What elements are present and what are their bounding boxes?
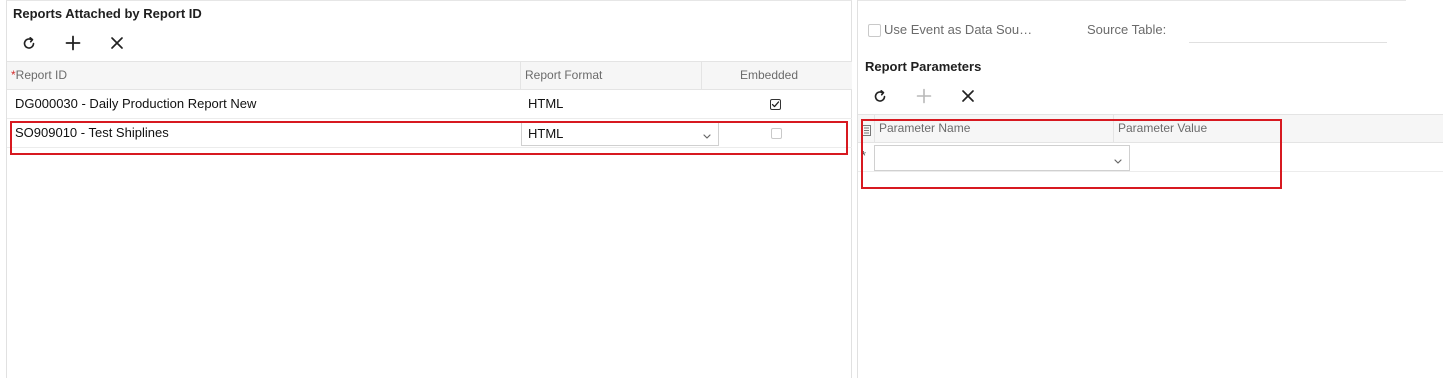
new-row[interactable]: *	[858, 143, 1443, 172]
use-event-checkbox[interactable]	[868, 24, 881, 37]
column-header-parameter-name[interactable]: Parameter Name	[879, 115, 970, 142]
report-format-dropdown[interactable]: HTML	[521, 122, 719, 146]
refresh-icon	[872, 88, 888, 104]
reports-grid-header: *Report ID Report Format Embedded	[7, 61, 852, 90]
add-row-button[interactable]	[51, 29, 95, 57]
parameter-value-cell[interactable]	[1118, 143, 1438, 171]
report-format-value: HTML	[528, 126, 564, 141]
section-title-report-parameters: Report Parameters	[865, 59, 982, 74]
refresh-icon	[21, 35, 37, 51]
table-row[interactable]: SO909010 - Test Shiplines HTML	[7, 119, 852, 148]
column-header-report-id[interactable]: *Report ID	[11, 62, 67, 89]
report-id-cell: SO909010 - Test Shiplines	[15, 125, 169, 140]
add-row-button[interactable]	[902, 82, 946, 110]
parameters-toolbar	[858, 82, 990, 110]
embedded-checkbox[interactable]	[770, 99, 781, 110]
column-separator[interactable]	[1113, 115, 1114, 142]
source-table-label: Source Table:	[1087, 22, 1167, 37]
new-row-marker: *	[861, 148, 867, 163]
panel-top-border	[858, 0, 1406, 1]
column-header-report-format[interactable]: Report Format	[525, 62, 602, 89]
column-header-embedded[interactable]: Embedded	[702, 62, 836, 89]
column-separator[interactable]	[520, 62, 521, 89]
parameters-grid-header: Parameter Name Parameter Value	[858, 114, 1443, 143]
delete-row-button[interactable]	[946, 82, 990, 110]
reports-attached-panel: Reports Attached by Report ID *Report ID…	[6, 0, 852, 378]
column-separator[interactable]	[874, 115, 875, 142]
report-format-cell: HTML	[528, 96, 564, 111]
plus-icon	[916, 88, 932, 104]
reports-toolbar	[7, 29, 139, 57]
chevron-down-icon	[702, 128, 712, 146]
delete-row-button[interactable]	[95, 29, 139, 57]
use-event-label: Use Event as Data Sou…	[884, 22, 1033, 37]
embedded-checkbox[interactable]	[771, 128, 782, 139]
plus-icon	[65, 35, 81, 51]
source-table-field[interactable]	[1189, 42, 1387, 43]
refresh-button[interactable]	[858, 82, 902, 110]
row-selector-icon	[862, 123, 871, 141]
refresh-button[interactable]	[7, 29, 51, 57]
close-icon	[110, 36, 124, 50]
column-header-parameter-value[interactable]: Parameter Value	[1118, 115, 1207, 142]
table-row[interactable]: DG000030 - Daily Production Report New H…	[7, 90, 852, 119]
close-icon	[961, 89, 975, 103]
report-id-cell: DG000030 - Daily Production Report New	[15, 96, 257, 111]
section-title-reports: Reports Attached by Report ID	[13, 6, 202, 21]
report-parameters-panel: Use Event as Data Sou… Source Table: Rep…	[857, 0, 1443, 378]
parameter-name-dropdown[interactable]	[874, 145, 1130, 171]
